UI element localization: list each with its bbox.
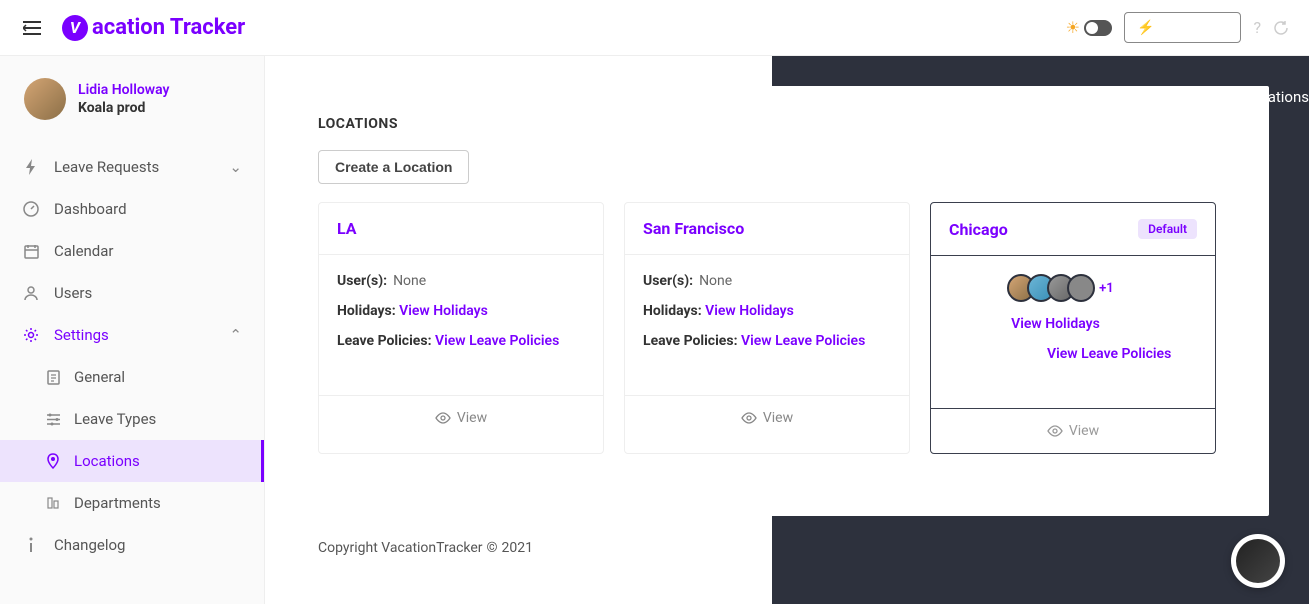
menu-toggle-button[interactable] (20, 16, 44, 40)
users-value: None (699, 273, 732, 289)
avatar (1067, 274, 1095, 302)
logo-text: acation Tracker (92, 15, 245, 40)
holidays-label: Holidays: (643, 303, 702, 319)
lightning-icon (22, 158, 40, 176)
sliders-icon (44, 410, 62, 428)
doc-icon (44, 368, 62, 386)
sidebar-item-settings[interactable]: Settings ⌃ (0, 314, 264, 356)
sidebar-item-label: Dashboard (54, 200, 127, 218)
page-title: LOCATIONS (300, 116, 1269, 132)
user-name: Lidia Holloway (78, 82, 169, 98)
sidebar-item-label: Departments (74, 494, 161, 512)
sidebar-item-leave-requests[interactable]: Leave Requests ⌄ (0, 146, 264, 188)
info-icon (22, 536, 40, 554)
theme-switch[interactable] (1084, 20, 1112, 36)
view-label: View (457, 410, 487, 426)
sidebar-item-label: Users (54, 284, 92, 302)
sidebar: Lidia Holloway Koala prod Leave Requests… (0, 56, 265, 604)
org-name: Koala prod (78, 100, 169, 116)
avatar (24, 78, 66, 120)
copyright-icon: © (487, 540, 498, 556)
create-location-button[interactable]: Create a Location (318, 150, 469, 184)
user-block[interactable]: Lidia Holloway Koala prod (0, 56, 264, 138)
logo[interactable]: V acation Tracker (62, 15, 245, 41)
view-holidays-link[interactable]: View Holidays (705, 303, 794, 319)
chevron-up-icon: ⌃ (229, 326, 242, 344)
gauge-icon (22, 200, 40, 218)
users-label: User(s): (949, 280, 999, 296)
content-card: LOCATIONS Create a Location LA User(s): N… (300, 86, 1269, 516)
calendar-icon (22, 242, 40, 260)
sidebar-item-changelog[interactable]: Changelog (0, 524, 264, 566)
sidebar-subitem-locations[interactable]: Locations (0, 440, 264, 482)
sidebar-subitem-departments[interactable]: Departments (0, 482, 264, 524)
holidays-label: Holidays: (949, 316, 1008, 332)
copyright-text: Copyright VacationTracker (318, 540, 483, 556)
view-label: View (1069, 423, 1099, 439)
chevron-down-icon: ⌄ (229, 158, 242, 176)
location-card-sf: San Francisco User(s): None Holidays: Vie… (624, 202, 910, 454)
policies-label: Leave Policies: (337, 333, 432, 349)
card-title[interactable]: Chicago (949, 220, 1008, 239)
users-value: None (393, 273, 426, 289)
sidebar-item-label: Calendar (54, 242, 114, 260)
location-card-la: LA User(s):None Holidays: View Holidays … (318, 202, 604, 454)
holidays-label: Holidays: (337, 303, 396, 319)
header: V acation Tracker ☀ ⚡ Quick tour ? (0, 0, 1309, 56)
copyright-year: 2021 (502, 540, 533, 556)
sun-icon: ☀ (1066, 18, 1080, 37)
sidebar-item-users[interactable]: Users (0, 272, 264, 314)
sidebar-subitem-general[interactable]: General (0, 356, 264, 398)
users-label: User(s): (337, 273, 387, 289)
eye-icon (1047, 425, 1063, 437)
quick-tour-button[interactable]: ⚡ Quick tour (1124, 12, 1241, 43)
lightning-icon: ⚡ (1137, 19, 1154, 36)
help-icon[interactable]: ? (1253, 18, 1261, 37)
pin-icon (44, 452, 62, 470)
theme-toggle[interactable]: ☀ (1066, 18, 1112, 37)
footer: Copyright VacationTracker © 2021 (300, 516, 1269, 556)
view-policies-link[interactable]: View Leave Policies (435, 333, 559, 349)
view-label: View (763, 410, 793, 426)
eye-icon (741, 412, 757, 424)
view-button[interactable]: View (931, 408, 1215, 453)
quick-tour-label: Quick tour (1158, 20, 1228, 36)
more-users-count[interactable]: +1 (1099, 281, 1114, 296)
view-policies-link[interactable]: View Leave Policies (741, 333, 865, 349)
eye-icon (435, 412, 451, 424)
sidebar-item-dashboard[interactable]: Dashboard (0, 188, 264, 230)
main: Dashboard / Locations LOCATIONS Create a… (265, 56, 1309, 604)
sidebar-item-calendar[interactable]: Calendar (0, 230, 264, 272)
building-icon (44, 494, 62, 512)
view-holidays-link[interactable]: View Holidays (1011, 316, 1100, 332)
users-label: User(s): (643, 273, 693, 289)
view-holidays-link[interactable]: View Holidays (399, 303, 488, 319)
sidebar-item-label: Changelog (54, 536, 125, 554)
location-card-chicago: Chicago Default User(s): +1 Ho (930, 202, 1216, 454)
sidebar-item-label: Settings (54, 326, 109, 344)
user-avatars[interactable] (1007, 274, 1095, 302)
sidebar-item-label: Leave Requests (54, 158, 159, 176)
chat-avatar (1236, 539, 1280, 583)
gear-icon (22, 326, 40, 344)
card-title[interactable]: San Francisco (643, 219, 744, 238)
sidebar-subitem-leave-types[interactable]: Leave Types (0, 398, 264, 440)
view-button[interactable]: View (319, 395, 603, 440)
default-badge: Default (1138, 219, 1197, 239)
view-button[interactable]: View (625, 395, 909, 440)
policies-label: Leave Policies: (949, 346, 1044, 362)
card-title[interactable]: LA (337, 219, 357, 238)
sidebar-item-label: Leave Types (74, 410, 156, 428)
chat-widget[interactable] (1231, 534, 1285, 588)
policies-label: Leave Policies: (643, 333, 738, 349)
logo-icon: V (62, 15, 88, 41)
user-icon (22, 284, 40, 302)
view-policies-link[interactable]: View Leave Policies (1047, 346, 1171, 362)
sidebar-item-label: General (74, 368, 125, 386)
sidebar-item-label: Locations (74, 452, 140, 470)
refresh-icon[interactable] (1273, 20, 1289, 36)
